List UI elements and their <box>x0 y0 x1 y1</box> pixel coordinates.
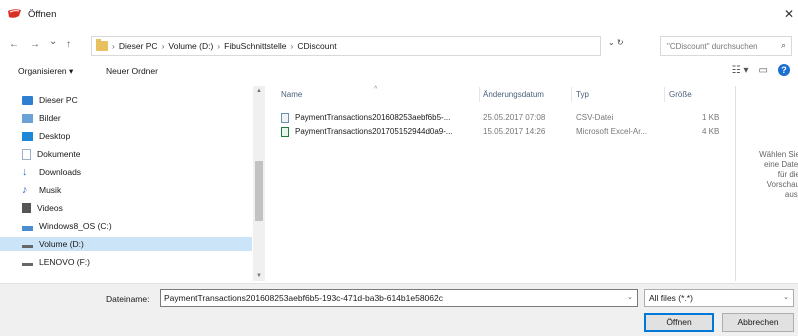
file-size: 1 KB <box>702 113 720 122</box>
sidebar-item-label: LENOVO (F:) <box>39 257 91 267</box>
filename-field[interactable]: PaymentTransactions201608253aebf6b5-193c… <box>160 289 638 307</box>
column-header-type[interactable]: Typ <box>576 90 589 99</box>
close-button[interactable]: ✕ <box>784 7 794 21</box>
breadcrumb-item-fibuschnittstelle[interactable]: FibuSchnittstelle <box>224 41 286 51</box>
column-divider[interactable] <box>571 87 572 102</box>
breadcrumb-item-volume-d[interactable]: Volume (D:) <box>168 41 213 51</box>
breadcrumb-separator: › <box>217 41 221 51</box>
sidebar-item-desktop[interactable]: Desktop <box>22 129 70 143</box>
new-folder-button[interactable]: Neuer Ordner <box>106 66 158 76</box>
preview-message: Wählen Sie eine Datei für die Vorschau a… <box>759 150 798 199</box>
file-row[interactable]: PaymentTransactions201608253aebf6b5-... … <box>267 112 734 125</box>
file-type: CSV-Datei <box>576 113 614 122</box>
app-icon <box>8 9 21 18</box>
window-title: Öffnen <box>28 9 57 20</box>
excel-file-icon <box>281 127 289 137</box>
change-view-icon[interactable]: ☷ ▾ <box>732 65 749 76</box>
search-placeholder: "CDiscount" durchsuchen <box>667 42 758 51</box>
chevron-down-icon[interactable]: ⌄ <box>627 293 633 301</box>
sidebar-item-label: Volume (D:) <box>39 239 84 249</box>
sidebar-item-label: Desktop <box>39 131 71 141</box>
music-icon: ♪ <box>22 183 28 196</box>
sidebar-item-label: Videos <box>37 203 63 213</box>
drive-c-icon <box>22 225 33 231</box>
sort-indicator-icon: ^ <box>374 86 378 93</box>
sidebar-item-label: Dokumente <box>37 149 81 159</box>
view-controls: ☷ ▾ ▭ ? <box>732 64 790 76</box>
folder-icon <box>96 39 108 51</box>
cancel-button[interactable]: Abbrechen <box>722 313 794 332</box>
sidebar-item-label: Downloads <box>39 167 82 177</box>
breadcrumb: › Dieser PC › Volume (D:) › FibuSchnitts… <box>112 41 337 51</box>
column-divider[interactable] <box>479 87 480 102</box>
sidebar-item-label: Bilder <box>39 113 61 123</box>
drive-d-icon <box>22 245 33 248</box>
sidebar-item-musik[interactable]: ♪ Musik <box>22 183 61 197</box>
up-button[interactable]: ↑ <box>66 39 71 50</box>
chevron-down-icon: ⌄ <box>783 294 789 301</box>
file-size: 4 KB <box>702 127 720 136</box>
back-button[interactable]: ← <box>9 39 19 50</box>
organize-button[interactable]: Organisieren ▾ <box>18 66 73 77</box>
sidebar-item-drive-f[interactable]: LENOVO (F:) <box>22 255 90 269</box>
sidebar-item-dokumente[interactable]: Dokumente <box>22 147 80 161</box>
breadcrumb-item-cdiscount[interactable]: CDiscount <box>297 41 336 51</box>
pictures-icon <box>22 113 33 123</box>
sidebar-item-bilder[interactable]: Bilder <box>22 111 61 125</box>
file-name: PaymentTransactions201705152944d0a9-... <box>295 127 453 136</box>
column-header-date[interactable]: Änderungsdatum <box>483 90 544 99</box>
column-divider[interactable] <box>664 87 665 102</box>
filetype-select[interactable]: All files (*.*) ⌄ <box>644 289 794 307</box>
address-bar[interactable]: › Dieser PC › Volume (D:) › FibuSchnitts… <box>91 36 601 56</box>
scrollbar-thumb[interactable] <box>255 161 263 221</box>
sidebar-item-label: Dieser PC <box>39 95 78 105</box>
column-header-size[interactable]: Größe <box>669 90 692 99</box>
file-name: PaymentTransactions201608253aebf6b5-... <box>295 113 451 122</box>
breadcrumb-item-dieser-pc[interactable]: Dieser PC <box>119 41 158 51</box>
desktop-icon <box>22 131 33 141</box>
search-input[interactable]: "CDiscount" durchsuchen ⌕ <box>660 36 792 56</box>
help-icon[interactable]: ? <box>778 64 790 76</box>
preview-pane: Wählen Sie eine Datei für die Vorschau a… <box>735 86 798 281</box>
breadcrumb-separator: › <box>112 41 115 51</box>
filetype-value: All files (*.*) <box>649 293 693 303</box>
sidebar-item-downloads[interactable]: ↓ Downloads <box>22 165 81 179</box>
filename-label: Dateiname: <box>106 294 150 304</box>
search-icon: ⌕ <box>780 40 786 50</box>
navigation-pane: Dieser PC Bilder Desktop Dokumente ↓ Dow… <box>0 86 265 281</box>
command-toolbar: Organisieren ▾ Neuer Ordner ☷ ▾ ▭ ? <box>0 61 798 83</box>
breadcrumb-separator: › <box>290 41 294 51</box>
file-list: ^ Name Änderungsdatum Typ Größe PaymentT… <box>267 86 734 281</box>
column-header-name[interactable]: Name <box>281 90 302 99</box>
forward-button[interactable]: → <box>30 39 40 50</box>
scroll-down-icon[interactable]: ▼ <box>256 273 262 279</box>
downloads-icon: ↓ <box>22 165 28 178</box>
file-date: 15.05.2017 14:26 <box>483 127 546 136</box>
sidebar-item-label: Windows8_OS (C:) <box>39 221 112 231</box>
refresh-button[interactable]: ⌄ ↻ <box>608 38 652 54</box>
sidebar-item-dieser-pc[interactable]: Dieser PC <box>22 93 78 107</box>
filename-value: PaymentTransactions201608253aebf6b5-193c… <box>164 293 443 303</box>
dialog-footer: Dateiname: PaymentTransactions201608253a… <box>0 283 798 336</box>
sidebar-item-label: Musik <box>39 185 62 195</box>
navigation-bar: ← → ⌄ ↑ › Dieser PC › Volume (D:) › Fibu… <box>0 35 798 57</box>
breadcrumb-separator: › <box>161 41 165 51</box>
documents-icon <box>22 148 31 160</box>
sidebar-item-drive-c[interactable]: Windows8_OS (C:) <box>22 219 112 233</box>
open-button[interactable]: Öffnen <box>644 313 714 332</box>
preview-pane-icon[interactable]: ▭ <box>759 65 768 76</box>
sidebar-item-drive-d[interactable]: Volume (D:) <box>0 237 252 251</box>
title-bar: Öffnen ✕ <box>0 0 798 30</box>
sidebar-item-videos[interactable]: Videos <box>22 201 63 215</box>
drive-f-icon <box>22 263 33 266</box>
scroll-up-icon[interactable]: ▲ <box>256 88 262 94</box>
recent-locations-button[interactable]: ⌄ <box>49 36 57 47</box>
pc-icon <box>22 95 33 105</box>
navigation-scrollbar[interactable]: ▲ ▼ <box>253 86 265 281</box>
videos-icon <box>22 203 31 213</box>
file-date: 25.05.2017 07:08 <box>483 113 546 122</box>
csv-file-icon <box>281 113 289 123</box>
file-row[interactable]: PaymentTransactions201705152944d0a9-... … <box>267 126 734 139</box>
file-type: Microsoft Excel-Ar... <box>576 127 648 136</box>
